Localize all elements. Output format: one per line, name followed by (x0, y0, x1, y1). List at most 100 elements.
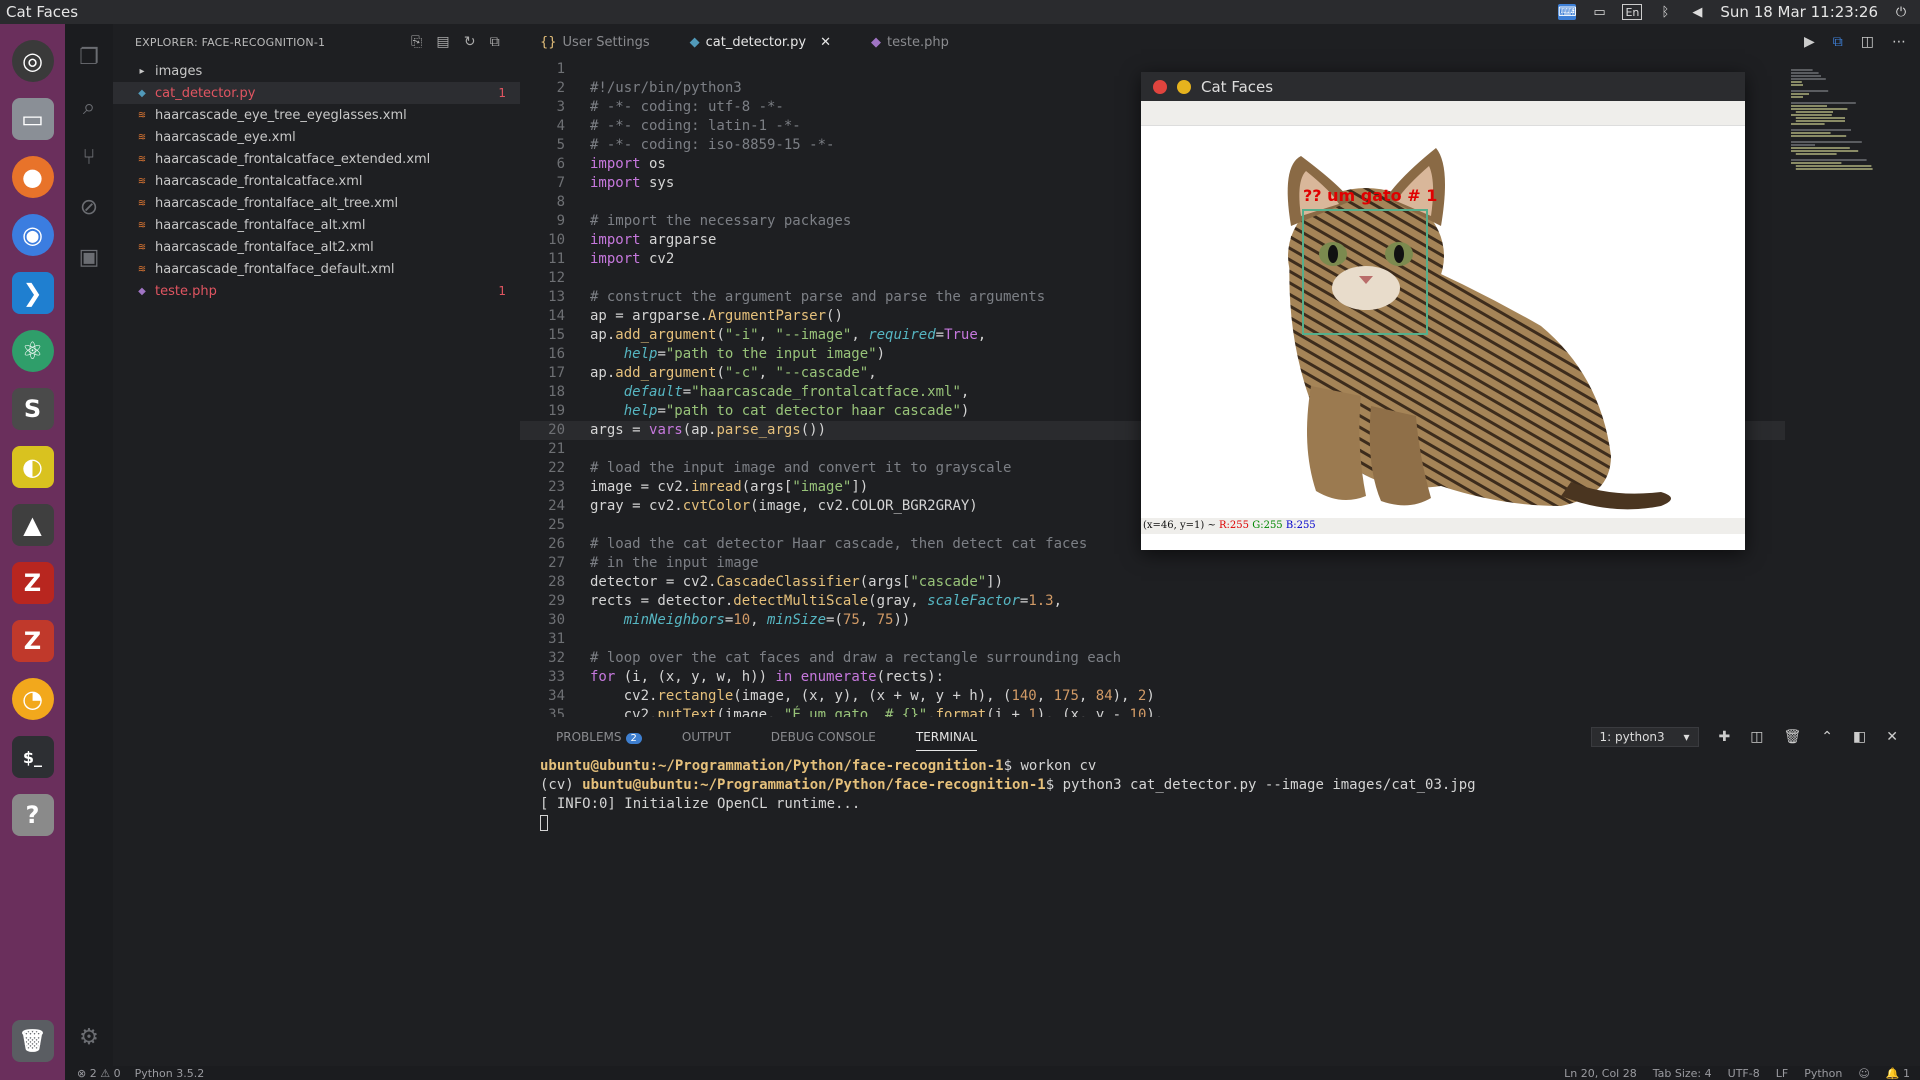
line-ending[interactable]: LF (1776, 1067, 1788, 1080)
minimap-line (1791, 114, 1832, 116)
launcher-inkscape[interactable]: ▲ (9, 499, 57, 551)
tab-problems[interactable]: PROBLEMS 2 (556, 730, 642, 744)
close-window-icon[interactable] (1153, 79, 1167, 94)
launcher-filezilla[interactable]: Z (9, 557, 57, 609)
tree-item[interactable]: ≋ haarcascade_frontalface_alt.xml (113, 214, 520, 236)
python-interpreter[interactable]: Python 3.5.2 (135, 1067, 205, 1080)
tab-terminal[interactable]: TERMINAL (915, 730, 977, 751)
more-actions-icon[interactable]: ⋯ (1892, 34, 1906, 50)
code-line[interactable]: 33 for (i, (x, y, w, h)) in enumerate(rec… (520, 668, 1785, 687)
launcher-app-yellow[interactable]: ◐ (9, 441, 57, 493)
tab-teste-php[interactable]: ◆ teste.php (851, 24, 969, 60)
split-terminal-icon[interactable]: ◫ (1750, 729, 1763, 745)
cursor-position[interactable]: Ln 20, Col 28 (1564, 1067, 1637, 1080)
language-mode[interactable]: Python (1804, 1067, 1842, 1080)
tab-size[interactable]: Tab Size: 4 (1653, 1067, 1712, 1080)
tree-item[interactable]: ◆ cat_detector.py 1 (113, 82, 520, 104)
terminal[interactable]: ubuntu@ubuntu:~/Programmation/Python/fac… (520, 757, 1920, 833)
minimap-line (1791, 78, 1826, 80)
tree-item[interactable]: ≋ haarcascade_frontalcatface.xml (113, 170, 520, 192)
php-icon: ◆ (138, 285, 146, 297)
tree-item[interactable]: ≋ haarcascade_frontalface_default.xml (113, 258, 520, 280)
minimap-line (1791, 150, 1859, 152)
xml-icon: ≋ (137, 197, 147, 209)
launcher-vscode[interactable]: ❯ (9, 267, 57, 319)
code-line[interactable]: 30 minNeighbors=10, minSize=(75, 75)) (520, 611, 1785, 630)
tree-item[interactable]: ▸ images (113, 60, 520, 82)
terminal-input-line[interactable] (540, 814, 1920, 833)
new-file-icon[interactable]: ⎘ (411, 34, 422, 50)
collapse-all-icon[interactable]: ⧉ (490, 34, 500, 50)
tree-item[interactable]: ◆ teste.php 1 (113, 280, 520, 302)
tree-item[interactable]: ≋ haarcascade_frontalface_alt2.xml (113, 236, 520, 258)
keyboard-layout-icon[interactable]: ⌨ (1558, 4, 1577, 20)
close-panel-icon[interactable]: ✕ (1886, 729, 1898, 745)
explorer-icon[interactable]: ❐ (65, 32, 113, 82)
code-line[interactable]: 27 # in the input image (520, 554, 1785, 573)
maximize-panel-icon[interactable]: ⌃ (1821, 729, 1833, 745)
line-number: 14 (548, 308, 565, 324)
notifications[interactable]: 🔔 1 (1886, 1067, 1910, 1080)
launcher-trash[interactable]: 🗑 (9, 1015, 57, 1067)
launcher-chrome[interactable]: ◉ (9, 209, 57, 261)
new-terminal-icon[interactable]: ✚ (1719, 729, 1731, 745)
open-preview-icon[interactable]: ⧉ (1833, 34, 1843, 50)
errors-indicator[interactable]: ⊗ 2 ⚠ 0 (77, 1067, 121, 1080)
window-titlebar[interactable]: Cat Faces (1141, 72, 1745, 101)
launcher-help[interactable]: ? (9, 789, 57, 841)
tree-item[interactable]: ≋ haarcascade_eye_tree_eyeglasses.xml (113, 104, 520, 126)
minimize-window-icon[interactable] (1177, 79, 1191, 94)
bluetooth-icon[interactable]: ᛒ (1656, 4, 1674, 20)
run-icon[interactable]: ▶ (1804, 34, 1815, 50)
code-line[interactable]: 34 cv2.rectangle(image, (x, y), (x + w, … (520, 687, 1785, 706)
tree-item[interactable]: ≋ haarcascade_frontalface_alt_tree.xml (113, 192, 520, 214)
launcher-atom[interactable]: ⚛ (9, 325, 57, 377)
launcher-firefox[interactable]: ● (9, 151, 57, 203)
clock[interactable]: Sun 18 Mar 11:23:26 (1720, 3, 1878, 21)
search-icon[interactable]: ⌕ (65, 82, 113, 132)
launcher-terminal[interactable]: $_ (9, 731, 57, 783)
language-indicator[interactable]: En (1622, 4, 1643, 20)
panel-layout-icon[interactable]: ◧ (1853, 729, 1866, 745)
code-line[interactable]: 31 (520, 630, 1785, 649)
minimap[interactable] (1785, 60, 1905, 717)
warning-icon: ⚠ (100, 1066, 111, 1080)
close-icon[interactable]: ✕ (820, 35, 831, 50)
extensions-icon[interactable]: ▣ (65, 232, 113, 282)
code-line[interactable]: 28 detector = cv2.CascadeClassifier(args[… (520, 573, 1785, 592)
source-control-icon[interactable]: ⑂ (65, 132, 113, 182)
new-folder-icon[interactable]: ▤ (436, 34, 449, 50)
volume-icon[interactable]: ◀ (1688, 4, 1706, 20)
tab-user-settings[interactable]: {} User Settings (520, 24, 670, 60)
code-line[interactable]: 32 # loop over the cat faces and draw a r… (520, 649, 1785, 668)
display-icon[interactable]: ▭ (1590, 4, 1608, 20)
power-icon[interactable]: ⏻ (1892, 4, 1910, 20)
split-editor-icon[interactable]: ◫ (1861, 34, 1874, 50)
launcher-ubuntu-dash[interactable]: ◎ (9, 35, 57, 87)
cat-faces-window[interactable]: Cat Faces ?? um gato # 1 (x=46, y=1) ~ R… (1141, 72, 1745, 550)
minimap-line (1791, 90, 1829, 92)
refresh-icon[interactable]: ↻ (464, 34, 476, 50)
debug-icon[interactable]: ⊘ (65, 182, 113, 232)
encoding[interactable]: UTF-8 (1728, 1067, 1760, 1080)
launcher-zeal[interactable]: Z (9, 615, 57, 667)
code-line[interactable]: 29 rects = detector.detectMultiScale(gray… (520, 592, 1785, 611)
minimap-line (1791, 159, 1867, 161)
tab-output[interactable]: OUTPUT (682, 730, 731, 744)
tab-cat-detector[interactable]: ◆ cat_detector.py ✕ (670, 24, 851, 60)
tree-item[interactable]: ≋ haarcascade_eye.xml (113, 126, 520, 148)
launcher-sublime[interactable]: S (9, 383, 57, 435)
code-line[interactable]: 35 cv2.putText(image, "É um gato # {}".f… (520, 706, 1785, 717)
launcher-orange-app[interactable]: ◔ (9, 673, 57, 725)
minimap-line (1791, 93, 1809, 95)
trash-icon[interactable]: 🗑 (1784, 729, 1802, 745)
launcher-files[interactable]: ▭ (9, 93, 57, 145)
settings-gear-icon[interactable]: ⚙ (65, 1012, 113, 1062)
explorer-sidebar: EXPLORER: FACE-RECOGNITION-1 ⎘ ▤ ↻ ⧉ ▸ im… (113, 24, 520, 1066)
smiley-icon[interactable]: ☺ (1858, 1067, 1869, 1080)
tree-item[interactable]: ≋ haarcascade_frontalcatface_extended.xml (113, 148, 520, 170)
tab-debug-console[interactable]: DEBUG CONSOLE (771, 730, 876, 744)
terminal-select[interactable]: 1: python3 ▾ (1590, 727, 1699, 747)
line-number: 23 (548, 479, 565, 495)
